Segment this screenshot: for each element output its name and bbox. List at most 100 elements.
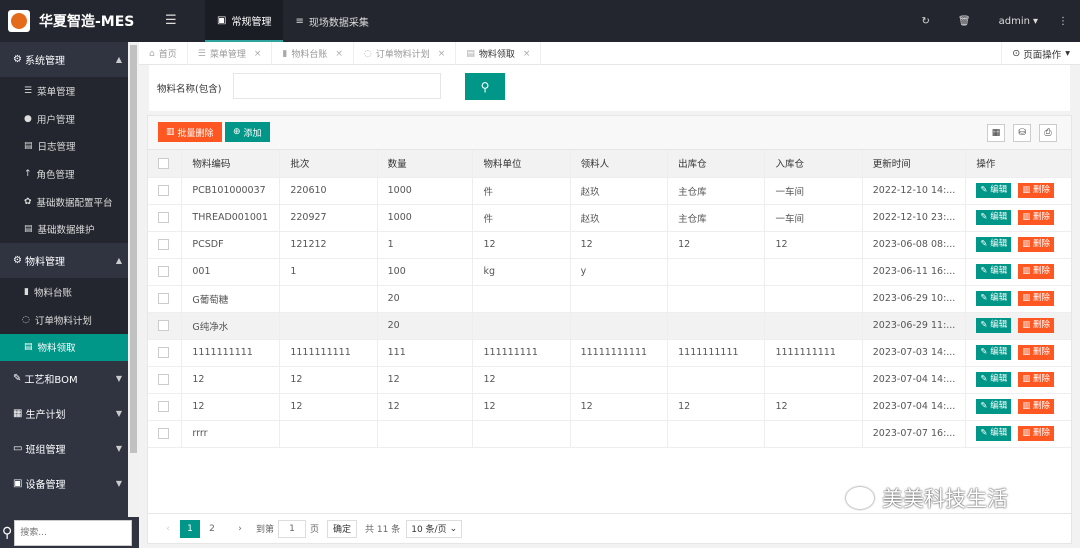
col-unit[interactable]: 物料单位 bbox=[472, 150, 571, 178]
row-checkbox[interactable] bbox=[158, 239, 169, 250]
batch-delete-button[interactable]: ▥ 批量删除 bbox=[158, 122, 222, 142]
row-checkbox[interactable] bbox=[158, 212, 169, 223]
delete-button[interactable]: ▥ 删除 bbox=[1018, 426, 1054, 441]
menu-toggle-icon[interactable]: ☰ bbox=[165, 13, 177, 28]
row-checkbox[interactable] bbox=[158, 266, 169, 277]
search-button[interactable]: ⚲ bbox=[465, 73, 505, 100]
sidebar-item-config[interactable]: ✿ 基础数据配置平台 bbox=[0, 188, 128, 216]
next-page-button[interactable]: › bbox=[230, 520, 250, 538]
refresh-icon[interactable]: ↻ bbox=[922, 16, 930, 27]
delete-button[interactable]: ▥ 删除 bbox=[1018, 183, 1054, 198]
edit-button[interactable]: ✎ 编辑 bbox=[976, 210, 1012, 225]
edit-button[interactable]: ✎ 编辑 bbox=[976, 345, 1012, 360]
app-logo[interactable]: 华夏智造-MES bbox=[0, 0, 139, 42]
edit-button[interactable]: ✎ 编辑 bbox=[976, 426, 1012, 441]
sidebar-item-roles[interactable]: ↑ 角色管理 bbox=[0, 160, 128, 188]
close-icon[interactable]: × bbox=[254, 49, 262, 59]
row-checkbox[interactable] bbox=[158, 347, 169, 358]
edit-button[interactable]: ✎ 编辑 bbox=[976, 372, 1012, 387]
page-size-select[interactable]: 10 条/页 ⌄ bbox=[406, 519, 463, 538]
row-checkbox[interactable] bbox=[158, 320, 169, 331]
delete-button[interactable]: ▥ 删除 bbox=[1018, 399, 1054, 414]
material-name-input[interactable] bbox=[233, 73, 441, 99]
edit-button[interactable]: ✎ 编辑 bbox=[976, 183, 1012, 198]
sidebar-group-team[interactable]: ▭ 班组管理 ▼ bbox=[0, 431, 128, 466]
delete-button[interactable]: ▥ 删除 bbox=[1018, 210, 1054, 225]
sidebar-group-production[interactable]: ▦ 生产计划 ▼ bbox=[0, 396, 128, 431]
export-icon[interactable]: ⛁ bbox=[1013, 124, 1031, 142]
tab-order-plan[interactable]: ◌ 订单物料计划 × bbox=[354, 42, 457, 65]
table-row[interactable]: rrrr 2023-07-07 16:... ✎ 编辑 ▥ 删除 bbox=[148, 420, 1071, 448]
edit-button[interactable]: ✎ 编辑 bbox=[976, 318, 1012, 333]
columns-filter-icon[interactable]: ▦ bbox=[987, 124, 1005, 142]
row-checkbox[interactable] bbox=[158, 401, 169, 412]
row-checkbox[interactable] bbox=[158, 293, 169, 304]
sidebar-search-input[interactable] bbox=[14, 519, 133, 546]
table-cell: 12 bbox=[472, 231, 571, 259]
table-row[interactable]: 1111111111 1111111111 111 111111111 11111111… bbox=[148, 339, 1071, 367]
sidebar-item-users[interactable]: ● 用户管理 bbox=[0, 105, 128, 133]
tab-menu[interactable]: ☰ 菜单管理 × bbox=[188, 42, 273, 65]
col-out-warehouse[interactable]: 出库仓 bbox=[667, 150, 766, 178]
close-icon[interactable]: × bbox=[523, 49, 531, 59]
sidebar-item-logs[interactable]: ▤ 日志管理 bbox=[0, 132, 128, 160]
trash-icon[interactable]: 🗑 bbox=[958, 16, 971, 27]
sidebar-item-menu[interactable]: ☰ 菜单管理 bbox=[0, 77, 128, 105]
col-updated[interactable]: 更新时间 bbox=[862, 150, 967, 178]
col-batch[interactable]: 批次 bbox=[279, 150, 378, 178]
table-row[interactable]: 12 12 12 12 12 12 12 2023-07-04 14:... ✎ 编辑 ▥ 删除 bbox=[148, 393, 1071, 421]
topnav-regular[interactable]: ▣ 常规管理 bbox=[205, 0, 284, 42]
col-in-warehouse[interactable]: 入库仓 bbox=[764, 150, 863, 178]
sidebar-group-material[interactable]: ⚙ 物料管理 ▲ bbox=[0, 243, 128, 279]
delete-button[interactable]: ▥ 删除 bbox=[1018, 291, 1054, 306]
delete-button[interactable]: ▥ 删除 bbox=[1018, 264, 1054, 279]
topnav-field-data[interactable]: ≡ 现场数据采集 bbox=[283, 0, 380, 42]
edit-button[interactable]: ✎ 编辑 bbox=[976, 264, 1012, 279]
delete-button[interactable]: ▥ 删除 bbox=[1018, 318, 1054, 333]
delete-button[interactable]: ▥ 删除 bbox=[1018, 237, 1054, 252]
sidebar-group-system[interactable]: ⚙ 系统管理 ▲ bbox=[0, 42, 128, 77]
edit-button[interactable]: ✎ 编辑 bbox=[976, 399, 1012, 414]
page-ops-menu[interactable]: ⊙ 页面操作 ▾ bbox=[1001, 42, 1080, 65]
col-code[interactable]: 物料编码 bbox=[181, 150, 281, 178]
select-all-checkbox[interactable] bbox=[158, 157, 169, 169]
table-row[interactable]: THREAD001001 220927 1000 件赵玖 主仓库 一车间 2022-12-1… bbox=[148, 204, 1071, 232]
goto-confirm-button[interactable]: 确定 bbox=[327, 519, 358, 538]
edit-button[interactable]: ✎ 编辑 bbox=[976, 237, 1012, 252]
sidebar-group-equipment[interactable]: ▣ 设备管理 ▼ bbox=[0, 466, 128, 501]
add-button[interactable]: ⊕ 添加 bbox=[225, 122, 270, 142]
row-checkbox[interactable] bbox=[158, 185, 169, 196]
sidebar-scrollbar[interactable] bbox=[128, 42, 139, 548]
user-menu[interactable]: admin ▾ bbox=[999, 16, 1038, 27]
tab-material-pick[interactable]: ▤ 物料领取 × bbox=[456, 42, 542, 65]
close-icon[interactable]: × bbox=[438, 49, 446, 59]
close-icon[interactable]: × bbox=[335, 49, 343, 59]
table-row[interactable]: 001 1 100 kg y 2023-06-11 16:... ✎ 编辑 ▥ 删除 bbox=[148, 258, 1071, 286]
file-icon: ▤ bbox=[24, 342, 33, 353]
sidebar-item-ledger[interactable]: ▮ 物料台账 bbox=[0, 278, 128, 306]
sidebar-item-order-plan[interactable]: ◌ 订单物料计划 bbox=[0, 306, 128, 334]
delete-button[interactable]: ▥ 删除 bbox=[1018, 345, 1054, 360]
page-2-button[interactable]: 2 bbox=[202, 520, 222, 538]
row-checkbox[interactable] bbox=[158, 428, 169, 439]
edit-button[interactable]: ✎ 编辑 bbox=[976, 291, 1012, 306]
sidebar-item-basic-data[interactable]: ▤ 基础数据维护 bbox=[0, 215, 128, 243]
sidebar-group-process[interactable]: ✎ 工艺和BOM ▼ bbox=[0, 361, 128, 396]
more-icon[interactable]: ⋮ bbox=[1058, 16, 1068, 27]
tab-ledger[interactable]: ▮ 物料台账 × bbox=[272, 42, 354, 65]
delete-button[interactable]: ▥ 删除 bbox=[1018, 372, 1054, 387]
table-row[interactable]: PCB101000037 220610 1000 件赵玖 主仓库 一车间 2022-12-1… bbox=[148, 177, 1071, 205]
col-picker[interactable]: 领料人 bbox=[570, 150, 669, 178]
row-checkbox[interactable] bbox=[158, 374, 169, 385]
tab-home[interactable]: ⌂ 首页 bbox=[139, 42, 188, 65]
col-qty[interactable]: 数量 bbox=[377, 150, 474, 178]
print-icon[interactable]: ⎙ bbox=[1039, 124, 1057, 142]
table-row[interactable]: G纯净水 20 2023-06-29 11:... ✎ 编辑 ▥ 删除 bbox=[148, 312, 1071, 340]
table-row[interactable]: 12 12 12 12 2023-07-04 14:... ✎ 编辑 ▥ 删除 bbox=[148, 366, 1071, 394]
table-row[interactable]: G葡萄糖 20 2023-06-29 10:... ✎ 编辑 ▥ 删除 bbox=[148, 285, 1071, 313]
page-1-button[interactable]: 1 bbox=[180, 519, 200, 538]
table-row[interactable]: PCSDF 121212 1 12 12 12 12 2023-06-08 08:... ✎ 编… bbox=[148, 231, 1071, 259]
goto-page-input[interactable]: 1 bbox=[278, 519, 307, 538]
sidebar-item-material-pick[interactable]: ▤ 物料领取 bbox=[0, 333, 128, 362]
prev-page-button[interactable]: ‹ bbox=[158, 520, 178, 538]
